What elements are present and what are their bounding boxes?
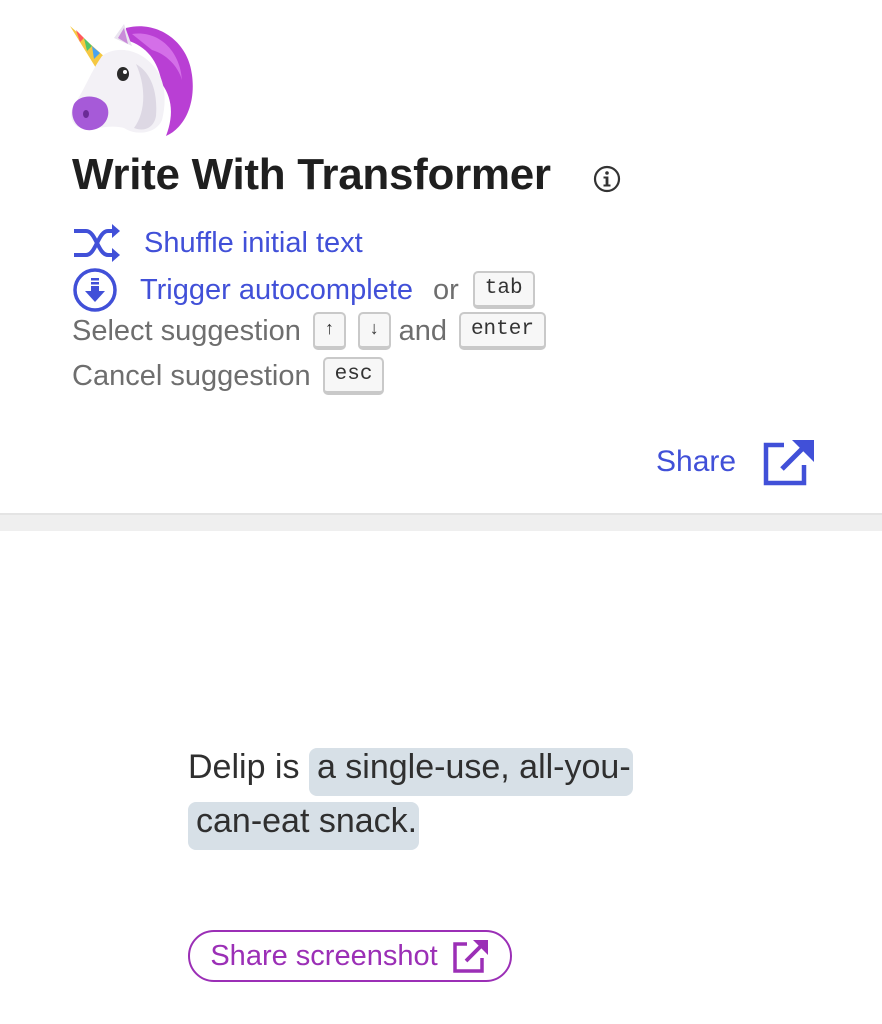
share-label: Share (656, 445, 737, 478)
unicorn-logo (66, 20, 198, 140)
enter-key: enter (458, 312, 546, 350)
shuffle-link[interactable]: Shuffle initial text (144, 227, 363, 260)
trigger-row: Trigger autocomplete or tab (72, 267, 535, 313)
or-text: or (432, 273, 459, 306)
arrow-up-key: ↑ (312, 312, 346, 350)
page-title: Write With Transformer (72, 150, 551, 199)
external-link-icon (762, 437, 816, 487)
select-row: Select suggestion ↑ ↓ and enter (72, 312, 546, 350)
cancel-suggestion-label: Cancel suggestion (72, 359, 311, 392)
download-circle-icon[interactable] (72, 267, 120, 313)
shuffle-icon[interactable] (72, 220, 122, 266)
arrow-down-key: ↓ (357, 312, 391, 350)
share-link[interactable]: Share (656, 437, 816, 487)
select-suggestion-label: Select suggestion (72, 314, 301, 347)
external-link-icon (452, 938, 490, 974)
info-icon[interactable] (592, 164, 622, 194)
share-screenshot-button[interactable]: Share screenshot (188, 930, 512, 982)
text-editor[interactable]: Delip is a single-use, all-you-can-eat s… (188, 740, 658, 850)
prompt-text: Delip is (188, 748, 309, 786)
shuffle-row[interactable]: Shuffle initial text (72, 220, 363, 266)
cancel-row: Cancel suggestion esc (72, 357, 385, 395)
trigger-autocomplete-link[interactable]: Trigger autocomplete (140, 274, 413, 307)
tab-key: tab (472, 271, 535, 309)
esc-key: esc (322, 357, 385, 395)
share-screenshot-label: Share screenshot (210, 939, 438, 972)
section-divider (0, 513, 882, 531)
and-text: and (398, 314, 447, 347)
